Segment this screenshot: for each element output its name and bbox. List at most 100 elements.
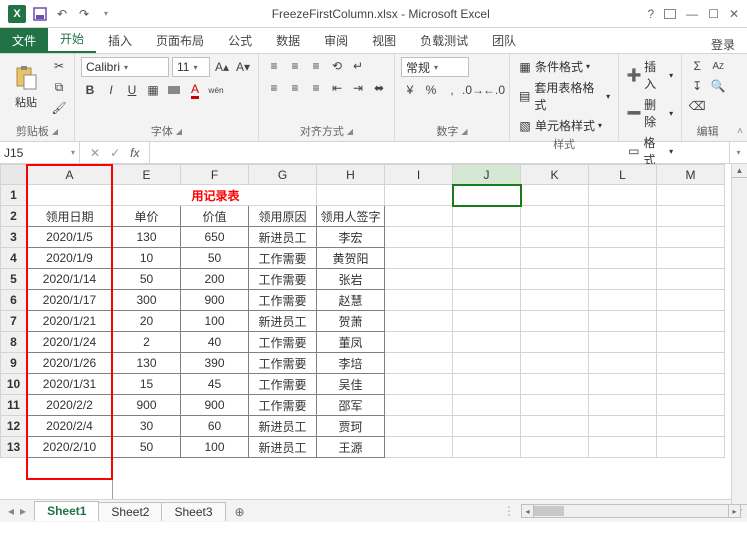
delete-cells-button[interactable]: ➖删除▾ — [625, 95, 675, 131]
currency-icon[interactable]: ¥ — [401, 81, 419, 99]
clear-icon[interactable]: ⌫ — [688, 97, 706, 115]
qat-dropdown-icon[interactable]: ▾ — [98, 6, 114, 22]
increase-indent-icon[interactable]: ⇥ — [349, 79, 367, 97]
increase-decimal-icon[interactable]: .0→ — [464, 81, 482, 99]
data-cell[interactable]: 王源 — [317, 437, 385, 458]
data-cell[interactable]: 贺萧 — [317, 311, 385, 332]
data-cell[interactable]: 2020/2/4 — [27, 416, 113, 437]
data-cell[interactable]: 工作需要 — [249, 269, 317, 290]
data-cell[interactable]: 2020/1/21 — [27, 311, 113, 332]
ribbon-display-icon[interactable] — [664, 9, 676, 19]
data-cell[interactable]: 李宏 — [317, 227, 385, 248]
data-cell[interactable]: 15 — [113, 374, 181, 395]
tab-loadtest[interactable]: 负载测试 — [408, 28, 480, 53]
worksheet-grid[interactable]: AEFGHIJKLM1用记录表2领用日期单价价值领用原因领用人签字32020/1… — [0, 164, 747, 500]
data-cell[interactable]: 900 — [181, 395, 249, 416]
data-cell[interactable]: 贾珂 — [317, 416, 385, 437]
decrease-font-icon[interactable]: A▾ — [234, 58, 252, 76]
row-header-12[interactable]: 12 — [1, 416, 27, 437]
row-header-4[interactable]: 4 — [1, 248, 27, 269]
undo-icon[interactable]: ↶ — [54, 6, 70, 22]
sheet-nav-first-icon[interactable]: ◂ — [6, 504, 16, 518]
expand-formula-bar-icon[interactable]: ▾ — [729, 142, 747, 163]
row-header-11[interactable]: 11 — [1, 395, 27, 416]
data-cell[interactable]: 工作需要 — [249, 395, 317, 416]
title-cell[interactable]: 用记录表 — [113, 185, 317, 206]
col-header-J[interactable]: J — [453, 165, 521, 185]
scroll-left-icon[interactable]: ◂ — [522, 505, 534, 517]
row-header-2[interactable]: 2 — [1, 206, 27, 227]
orientation-icon[interactable]: ⟲ — [328, 57, 346, 75]
data-cell[interactable]: 50 — [181, 248, 249, 269]
cut-icon[interactable]: ✂ — [50, 57, 68, 75]
maximize-icon[interactable]: ☐ — [708, 7, 719, 21]
clipboard-launcher-icon[interactable]: ◢ — [52, 127, 58, 136]
cell-styles-button[interactable]: ▧单元格样式▾ — [516, 116, 612, 135]
formula-input[interactable] — [150, 142, 729, 163]
align-top-icon[interactable]: ≡ — [265, 57, 283, 75]
font-size-combo[interactable]: 11▾ — [172, 57, 210, 77]
decrease-decimal-icon[interactable]: ←.0 — [485, 81, 503, 99]
data-cell[interactable]: 黄贺阳 — [317, 248, 385, 269]
collapse-ribbon-icon[interactable]: ˄ — [737, 126, 743, 137]
col-header-L[interactable]: L — [589, 165, 657, 185]
row-header-10[interactable]: 10 — [1, 374, 27, 395]
data-cell[interactable]: 董凤 — [317, 332, 385, 353]
number-launcher-icon[interactable]: ◢ — [461, 127, 467, 136]
data-cell[interactable]: 900 — [181, 290, 249, 311]
col-header-E[interactable]: E — [113, 165, 181, 185]
data-cell[interactable]: 900 — [113, 395, 181, 416]
comma-icon[interactable]: , — [443, 81, 461, 99]
data-cell[interactable]: 50 — [113, 269, 181, 290]
header-cell[interactable]: 价值 — [181, 206, 249, 227]
close-icon[interactable]: ✕ — [729, 7, 739, 21]
header-cell[interactable]: 领用原因 — [249, 206, 317, 227]
font-name-combo[interactable]: Calibri▾ — [81, 57, 169, 77]
number-format-combo[interactable]: 常规▾ — [401, 57, 469, 77]
data-cell[interactable]: 130 — [113, 353, 181, 374]
italic-button[interactable]: I — [102, 81, 120, 99]
data-cell[interactable]: 工作需要 — [249, 248, 317, 269]
fill-icon[interactable]: ↧ — [688, 77, 706, 95]
data-cell[interactable]: 2020/1/14 — [27, 269, 113, 290]
data-cell[interactable]: 2020/1/31 — [27, 374, 113, 395]
data-cell[interactable]: 60 — [181, 416, 249, 437]
new-sheet-button[interactable]: ⊕ — [225, 503, 255, 521]
autosum-icon[interactable]: Σ — [688, 57, 706, 75]
wrap-text-icon[interactable]: ↵ — [349, 57, 367, 75]
help-icon[interactable]: ? — [647, 7, 654, 21]
data-cell[interactable]: 300 — [113, 290, 181, 311]
conditional-formatting-button[interactable]: ▦条件格式▾ — [516, 57, 612, 76]
row-header-1[interactable]: 1 — [1, 185, 27, 206]
row-header-3[interactable]: 3 — [1, 227, 27, 248]
data-cell[interactable]: 邵军 — [317, 395, 385, 416]
col-header-F[interactable]: F — [181, 165, 249, 185]
col-header-G[interactable]: G — [249, 165, 317, 185]
tab-view[interactable]: 视图 — [360, 28, 408, 53]
align-bottom-icon[interactable]: ≡ — [307, 57, 325, 75]
data-cell[interactable]: 2020/2/2 — [27, 395, 113, 416]
align-right-icon[interactable]: ≡ — [307, 79, 325, 97]
data-cell[interactable]: 新进员工 — [249, 227, 317, 248]
data-cell[interactable]: 工作需要 — [249, 353, 317, 374]
data-cell[interactable]: 新进员工 — [249, 437, 317, 458]
data-cell[interactable]: 40 — [181, 332, 249, 353]
namebox-dropdown-icon[interactable]: ▾ — [71, 148, 75, 157]
tab-split-icon[interactable]: ⋮ — [497, 504, 521, 518]
minimize-icon[interactable]: — — [686, 7, 698, 21]
row-header-7[interactable]: 7 — [1, 311, 27, 332]
font-launcher-icon[interactable]: ◢ — [176, 127, 182, 136]
col-header-A[interactable]: A — [27, 165, 113, 185]
data-cell[interactable]: 2020/1/5 — [27, 227, 113, 248]
increase-font-icon[interactable]: A▴ — [213, 58, 231, 76]
tab-file[interactable]: 文件 — [0, 28, 48, 53]
data-cell[interactable]: 50 — [113, 437, 181, 458]
row-header-9[interactable]: 9 — [1, 353, 27, 374]
bold-button[interactable]: B — [81, 81, 99, 99]
row-header-6[interactable]: 6 — [1, 290, 27, 311]
name-box[interactable]: J15▾ — [0, 142, 80, 163]
tab-home[interactable]: 开始 — [48, 26, 96, 53]
data-cell[interactable]: 2 — [113, 332, 181, 353]
border-button[interactable]: ▦ — [144, 81, 162, 99]
sort-filter-icon[interactable]: AZ — [709, 57, 727, 75]
